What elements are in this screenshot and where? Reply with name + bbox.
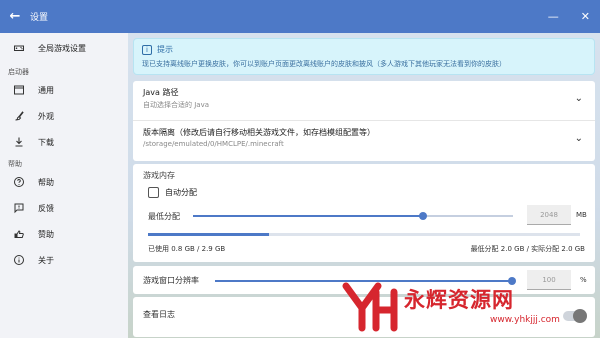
feedback-icon — [12, 201, 26, 215]
tip-title: 提示 — [157, 45, 173, 54]
memory-used-text: 已使用 0.8 GB / 2.9 GB — [148, 245, 226, 253]
window-scale-label: 游戏窗口分辨率 — [143, 276, 199, 285]
sidebar-item-download[interactable]: 下载 — [0, 129, 128, 155]
help-icon — [12, 175, 26, 189]
memory-value-input[interactable]: 2048 — [527, 205, 571, 225]
info-icon — [12, 253, 26, 267]
view-log-label: 查看日志 — [143, 310, 175, 319]
java-path-title: Java 路径 — [143, 88, 179, 97]
auto-allocate-label: 自动分配 — [165, 188, 197, 197]
tip-banner: i 提示 现已支持离线账户更换皮肤，你可以到账户页面更改离线账户的皮肤和披风（多… — [133, 38, 595, 75]
tip-body: 现已支持离线账户更换皮肤，你可以到账户页面更改离线账户的皮肤和披风（多人游戏下其… — [142, 60, 506, 68]
memory-allocation-text: 最低分配 2.0 GB / 实际分配 2.0 GB — [470, 245, 585, 253]
chevron-down-icon[interactable]: ⌄ — [575, 133, 583, 144]
tip-header: i 提示 — [142, 44, 586, 55]
scale-slider-fill — [215, 280, 512, 282]
sidebar-item-label: 赞助 — [38, 229, 54, 239]
sidebar-item-appearance[interactable]: 外观 — [0, 103, 128, 129]
gamepad-icon — [12, 41, 26, 55]
window-controls: — ✕ — [548, 0, 590, 33]
sidebar: 全局游戏设置 启动器 通用 外观 下载 帮助 帮助 反馈 赞助 关于 — [0, 33, 128, 338]
download-icon — [12, 135, 26, 149]
sidebar-item-label: 反馈 — [38, 203, 54, 213]
close-icon[interactable]: ✕ — [581, 10, 590, 23]
info-icon: i — [142, 44, 152, 55]
sidebar-item-feedback[interactable]: 反馈 — [0, 195, 128, 221]
sidebar-item-label: 通用 — [38, 85, 54, 95]
memory-unit: MB — [576, 211, 587, 219]
version-isolation-row[interactable]: 版本隔离（修改后请自行移动相关游戏文件，如存档模组配置等） /storage/e… — [133, 121, 595, 161]
sidebar-item-label: 帮助 — [38, 177, 54, 187]
memory-slider-thumb[interactable] — [419, 212, 428, 220]
sidebar-item-label: 全局游戏设置 — [38, 43, 86, 53]
sidebar-item-label: 下载 — [38, 137, 54, 147]
brush-icon — [12, 109, 26, 123]
page-title: 设置 — [30, 13, 49, 23]
sidebar-item-help[interactable]: 帮助 — [0, 169, 128, 195]
arrow-left-icon[interactable]: ← — [0, 9, 30, 24]
sidebar-item-general[interactable]: 通用 — [0, 77, 128, 103]
sidebar-item-label: 关于 — [38, 255, 54, 265]
memory-usage-bar-fill — [148, 233, 269, 236]
sponsor-icon — [12, 227, 26, 241]
sidebar-group-help: 帮助 — [8, 160, 22, 168]
sidebar-item-sponsor[interactable]: 赞助 — [0, 221, 128, 247]
path-settings-card: Java 路径 自动选择合适的 Java ⌄ 版本隔离（修改后请自行移动相关游戏… — [133, 81, 595, 161]
title-bar: ← 设置 — ✕ — [0, 0, 600, 33]
version-isolation-path: /storage/emulated/0/HMCLPE/.minecraft — [143, 140, 284, 148]
java-path-subtitle: 自动选择合适的 Java — [143, 101, 210, 109]
scale-value-input[interactable]: 100 — [527, 270, 571, 290]
sidebar-item-about[interactable]: 关于 — [0, 247, 128, 273]
sidebar-group-launcher: 启动器 — [8, 68, 29, 76]
java-path-row[interactable]: Java 路径 自动选择合适的 Java ⌄ — [133, 81, 595, 121]
min-memory-label: 最低分配 — [148, 212, 180, 221]
view-log-card: 查看日志 — [133, 297, 595, 337]
sidebar-item-label: 外观 — [38, 111, 54, 121]
version-isolation-title: 版本隔离（修改后请自行移动相关游戏文件，如存档模组配置等） — [143, 128, 375, 137]
sidebar-item-global-game-settings[interactable]: 全局游戏设置 — [0, 33, 128, 63]
memory-section-title: 游戏内存 — [143, 171, 175, 180]
minimize-icon[interactable]: — — [548, 10, 559, 23]
memory-slider-fill — [193, 215, 424, 217]
view-log-toggle[interactable] — [563, 309, 587, 323]
auto-allocate-option[interactable]: 自动分配 — [148, 187, 197, 198]
auto-allocate-checkbox[interactable] — [148, 187, 159, 198]
game-memory-card: 游戏内存 自动分配 最低分配 2048 MB 已使用 0.8 GB / 2.9 … — [133, 164, 595, 262]
settings-content: i 提示 现已支持离线账户更换皮肤，你可以到账户页面更改离线账户的皮肤和披风（多… — [128, 33, 600, 338]
toggle-knob — [573, 309, 587, 323]
scale-unit: % — [580, 276, 587, 284]
chevron-down-icon[interactable]: ⌄ — [575, 93, 583, 104]
window-icon — [12, 83, 26, 97]
window-scale-card: 游戏窗口分辨率 100 % — [133, 266, 595, 294]
scale-slider-thumb[interactable] — [508, 277, 516, 285]
